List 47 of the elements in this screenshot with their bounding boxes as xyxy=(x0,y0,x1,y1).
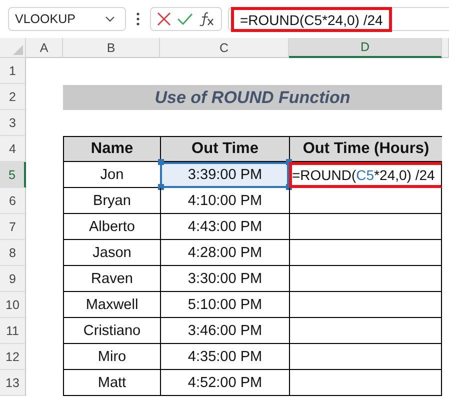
row-header[interactable]: 7 xyxy=(0,214,26,240)
checkmark-icon[interactable] xyxy=(177,13,193,25)
column-header[interactable]: D xyxy=(289,38,442,58)
column-header[interactable]: C xyxy=(160,38,289,58)
cancel-icon[interactable] xyxy=(157,12,171,26)
column-header[interactable]: B xyxy=(63,38,160,58)
table-cell: 3:39:00 PM xyxy=(160,162,289,188)
row-header[interactable]: 2 xyxy=(0,84,26,110)
row-header[interactable]: 9 xyxy=(0,266,26,292)
column-header[interactable]: A xyxy=(26,38,63,58)
table-cell: 5:10:00 PM xyxy=(160,292,289,318)
table-cell: 3:46:00 PM xyxy=(160,318,289,344)
row-header[interactable]: 8 xyxy=(0,240,26,266)
row-header[interactable]: 12 xyxy=(0,344,26,370)
table-cell: Alberto xyxy=(63,214,160,240)
column-heading: Name xyxy=(63,136,160,162)
name-box[interactable]: VLOOKUP xyxy=(8,7,126,31)
sheet-title: Use of ROUND Function xyxy=(63,85,442,111)
table-cell: Maxwell xyxy=(63,292,160,318)
row-header[interactable]: 3 xyxy=(0,110,26,136)
column-heading: Out Time xyxy=(160,136,289,162)
column-heading: Out Time (Hours) xyxy=(289,136,442,162)
row-header[interactable]: 4 xyxy=(0,136,26,162)
table-cell: Raven xyxy=(63,266,160,292)
function-icon[interactable] xyxy=(199,12,215,26)
table-cell: Miro xyxy=(63,344,160,370)
table-cell[interactable]: =ROUND(C5*24,0) /24 xyxy=(289,162,442,188)
chevron-down-icon xyxy=(105,16,115,22)
table-cell: Cristiano xyxy=(63,318,160,344)
triangle-icon xyxy=(13,45,23,55)
table-cell: 4:28:00 PM xyxy=(160,240,289,266)
row-header[interactable]: 5 xyxy=(0,162,26,188)
row-header[interactable]: 6 xyxy=(0,188,26,214)
table-cell: 4:10:00 PM xyxy=(160,188,289,214)
table-cell: 4:52:00 PM xyxy=(160,370,289,396)
row-header[interactable]: 11 xyxy=(0,318,26,344)
more-options-icon[interactable] xyxy=(136,12,140,26)
table-cell: 3:30:00 PM xyxy=(160,266,289,292)
formula-text[interactable]: =ROUND(C5*24,0) /24 xyxy=(231,6,392,32)
row-header[interactable]: 10 xyxy=(0,292,26,318)
row-header[interactable]: 13 xyxy=(0,370,26,396)
table-cell: Jason xyxy=(63,240,160,266)
row-header[interactable]: 1 xyxy=(0,58,26,84)
table-cell: Bryan xyxy=(63,188,160,214)
table-cell: Matt xyxy=(63,370,160,396)
table-cell: 4:43:00 PM xyxy=(160,214,289,240)
table-cell: 4:35:00 PM xyxy=(160,344,289,370)
